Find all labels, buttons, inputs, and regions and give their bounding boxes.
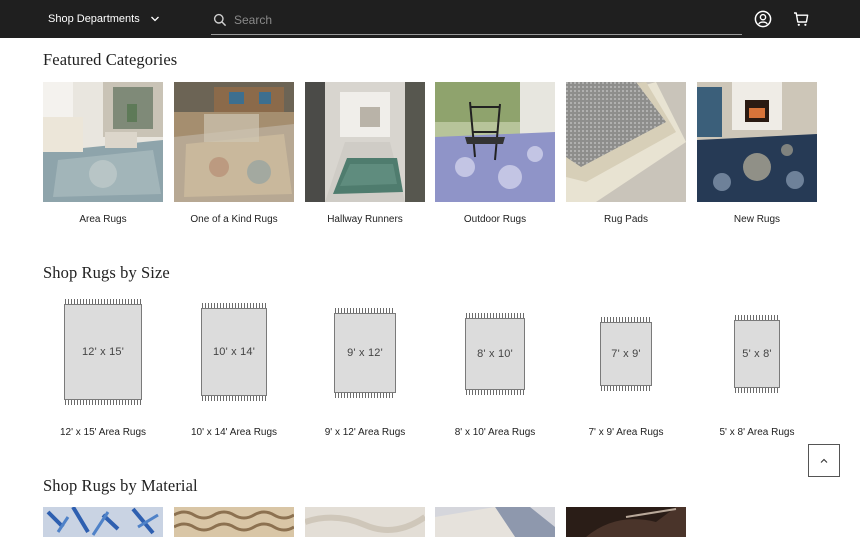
new-rugs-image [697,82,817,202]
size-label: 12' x 15' Area Rugs [59,427,147,438]
cart-button[interactable] [792,10,810,28]
search-input[interactable] [234,13,714,27]
shop-by-size-heading: Shop Rugs by Size [43,263,170,282]
chevron-down-icon [150,16,159,22]
material-image [435,507,555,537]
size-label: 9' x 12' Area Rugs [324,427,406,438]
size-7x9[interactable]: 7' x 9' 7' x 9' Area Rugs [566,296,686,446]
size-label: 7' x 9' Area Rugs [588,427,664,438]
rug-size-text: 10' x 14' [212,346,256,358]
category-label: Outdoor Rugs [463,214,527,225]
category-label: New Rugs [733,214,781,225]
top-navigation-bar: Shop Departments [0,0,860,38]
rug-size-text: 9' x 12' [347,347,383,359]
rug-size-diagram: 7' x 9' [600,317,652,391]
material-tile[interactable] [305,507,425,537]
material-image [305,507,425,537]
area-rugs-image [43,82,163,202]
rug-size-text: 5' x 8' [742,348,772,360]
chevron-up-icon [820,458,828,463]
back-to-top-button[interactable] [808,444,840,477]
size-8x10[interactable]: 8' x 10' 8' x 10' Area Rugs [435,296,555,446]
rug-size-diagram: 12' x 15' [64,299,142,405]
material-tile[interactable] [174,507,294,537]
size-label: 8' x 10' Area Rugs [454,427,536,438]
account-button[interactable] [754,10,772,28]
category-label: Area Rugs [79,214,127,225]
material-image [174,507,294,537]
material-tile[interactable] [566,507,686,537]
material-tile[interactable] [43,507,163,537]
account-icon [754,10,772,28]
hallway-runners-image [305,82,425,202]
featured-categories-heading: Featured Categories [43,50,178,69]
shop-departments-menu[interactable]: Shop Departments [48,11,160,27]
cart-icon [794,12,809,26]
rug-size-diagram: 10' x 14' [201,303,267,401]
outdoor-rugs-image [435,82,555,202]
category-rug-pads[interactable]: Rug Pads [566,82,686,225]
rug-size-text: 12' x 15' [81,346,125,358]
category-new-rugs[interactable]: New Rugs [697,82,817,225]
rug-pads-image [566,82,686,202]
category-label: Rug Pads [604,214,648,225]
material-image [43,507,163,537]
rug-size-text: 8' x 10' [477,348,513,360]
size-label: 5' x 8' Area Rugs [719,427,795,438]
size-label: 10' x 14' Area Rugs [190,427,278,438]
category-hallway-runners[interactable]: Hallway Runners [305,82,425,225]
shop-by-material-heading: Shop Rugs by Material [43,476,198,495]
category-label: One of a Kind Rugs [190,214,278,225]
size-5x8[interactable]: 5' x 8' 5' x 8' Area Rugs [697,296,817,446]
rug-size-text: 7' x 9' [611,348,641,360]
size-12x15[interactable]: 12' x 15' 12' x 15' Area Rugs [43,296,163,446]
category-label: Hallway Runners [327,214,403,225]
category-area-rugs[interactable]: Area Rugs [43,82,163,225]
search-bar [211,6,742,35]
material-tile[interactable] [435,507,555,537]
search-icon[interactable] [213,13,227,27]
category-one-of-a-kind-rugs[interactable]: One of a Kind Rugs [174,82,294,225]
size-10x14[interactable]: 10' x 14' 10' x 14' Area Rugs [174,296,294,446]
rug-size-diagram: 8' x 10' [465,313,525,395]
rug-size-diagram: 5' x 8' [734,315,780,393]
size-9x12[interactable]: 9' x 12' 9' x 12' Area Rugs [305,296,425,446]
category-outdoor-rugs[interactable]: Outdoor Rugs [435,82,555,225]
material-image [566,507,686,537]
shop-departments-label: Shop Departments [48,13,140,25]
rug-size-diagram: 9' x 12' [334,308,396,398]
one-of-a-kind-rugs-image [174,82,294,202]
